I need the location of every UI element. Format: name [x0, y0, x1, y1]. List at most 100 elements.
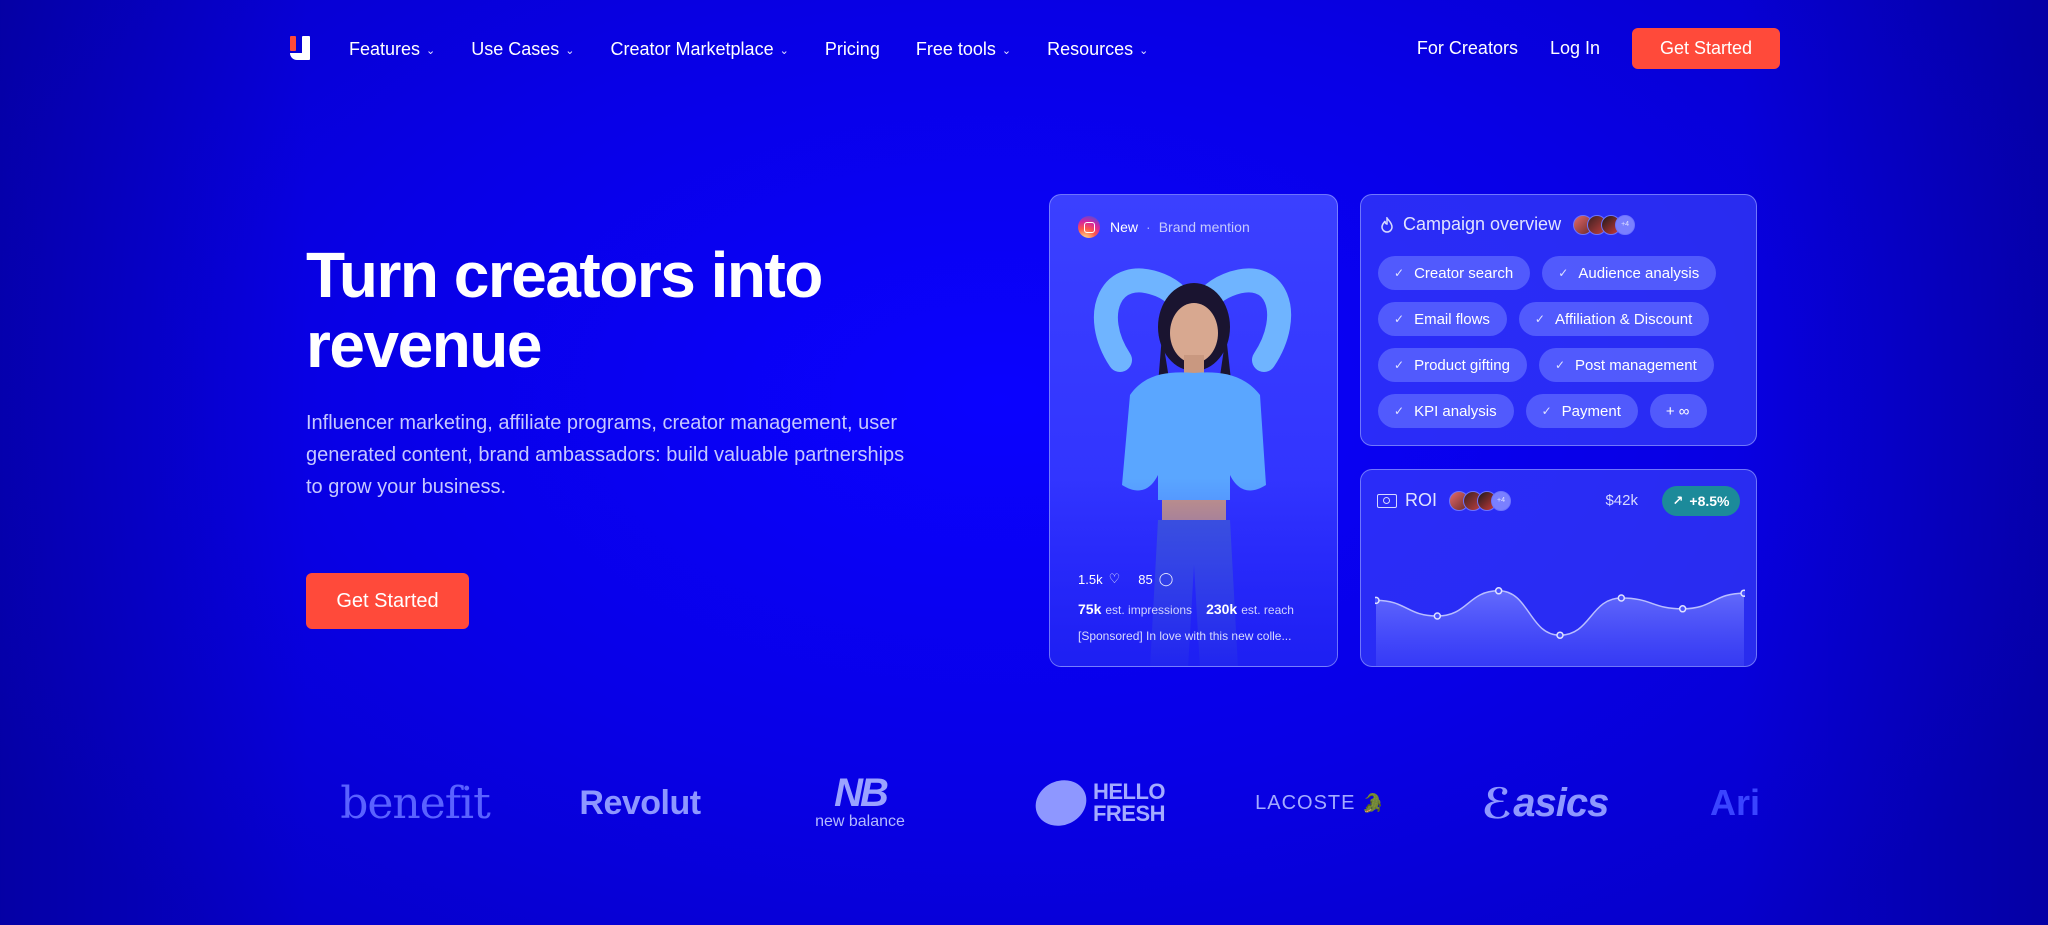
revolut-logo: Revolut [579, 783, 701, 822]
comments-count: 85 [1138, 571, 1153, 587]
benefit-logo: benefit [340, 777, 491, 829]
menu-label: Resources [1047, 38, 1134, 59]
roi-change-badge: ↗ +8.5% [1662, 486, 1740, 516]
top-navigation: Features ⌄ Use Cases ⌄ Creator Marketpla… [0, 0, 2048, 98]
new-balance-mark: NB [834, 771, 889, 815]
chip-kpi-analysis[interactable]: ✓ KPI analysis [1378, 394, 1514, 428]
heart-icon: ♡ [1108, 571, 1121, 586]
chip-product-gifting[interactable]: ✓ Product gifting [1378, 348, 1527, 382]
instagram-icon [1078, 216, 1100, 238]
chevron-down-icon: ⌄ [565, 44, 575, 57]
cash-icon [1377, 493, 1397, 508]
hellofresh-line2: FRESH [1092, 801, 1166, 826]
reach-value: 230k [1206, 601, 1238, 617]
hellofresh-logo: HELLO FRESH [1025, 770, 1175, 836]
chip-label: Audience analysis [1578, 264, 1700, 282]
impressions-label: est. impressions [1105, 603, 1193, 617]
menu-label: Free tools [915, 38, 996, 59]
check-icon: ✓ [1534, 312, 1545, 326]
roi-point [1494, 587, 1503, 595]
campaign-overview-title: Campaign overview [1403, 214, 1562, 234]
menu-item-features[interactable]: Features ⌄ [349, 36, 435, 62]
asics-text: asics [1513, 780, 1609, 825]
hero-title: Turn creators into revenue [306, 239, 823, 381]
hero-subtitle: Influencer marketing, affiliate programs… [306, 412, 905, 498]
chip-label: Post management [1575, 356, 1697, 374]
avatar-more-count: +4 [1491, 490, 1512, 511]
chip-payment[interactable]: ✓ Payment [1525, 394, 1638, 428]
hero-get-started-button[interactable]: Get Started [306, 573, 469, 629]
roi-area [1376, 590, 1744, 666]
asics-swirl-icon: ℰ [1481, 779, 1513, 827]
roi-point [1740, 589, 1745, 597]
reach-label: est. reach [1241, 603, 1294, 617]
likes-count: 1.5k [1078, 571, 1103, 587]
customer-logos: benefit Revolut NB new balance HELLO FRE… [290, 770, 1770, 836]
roi-line-chart [1375, 587, 1745, 666]
roi-point [1556, 631, 1564, 639]
check-icon: ✓ [1554, 358, 1566, 372]
chip-label: Payment [1561, 402, 1621, 420]
menu-label: Features [349, 38, 421, 59]
menu-item-pricing[interactable]: Pricing [825, 36, 880, 62]
chip-more[interactable]: + ∞ [1649, 394, 1707, 428]
comment-icon: ◯ [1158, 571, 1174, 586]
main-menu: Features ⌄ Use Cases ⌄ Creator Marketpla… [349, 36, 1184, 62]
roi-change-value: +8.5% [1689, 493, 1730, 509]
trend-up-icon: ↗ [1672, 493, 1684, 508]
post-header: New · Brand mention [1078, 216, 1250, 238]
lime-icon [1028, 772, 1094, 834]
check-icon: ✓ [1541, 404, 1552, 418]
nav-actions: For Creators Log In Get Started [1417, 28, 1780, 69]
chip-audience-analysis[interactable]: ✓ Audience analysis [1542, 256, 1717, 290]
roi-title: ROI [1405, 490, 1438, 510]
campaign-overview-card: Campaign overview +4 ✓ Creator search ✓ Au… [1360, 194, 1757, 446]
post-type-label: Brand mention [1158, 219, 1250, 235]
chip-post-management[interactable]: ✓ Post management [1538, 348, 1714, 382]
chip-label: Affiliation & Discount [1554, 310, 1693, 328]
chevron-down-icon: ⌄ [1139, 44, 1149, 57]
post-metrics: 75k est. impressions 230k est. reach [1078, 601, 1308, 617]
chip-affiliation-discount[interactable]: ✓ Affiliation & Discount [1518, 302, 1710, 336]
chip-label: KPI analysis [1414, 402, 1497, 420]
check-icon: ✓ [1394, 404, 1405, 418]
roi-value: $42k [1605, 492, 1638, 509]
check-icon: ✓ [1558, 266, 1569, 280]
chip-label: Creator search [1414, 264, 1514, 282]
lacoste-logo: LACOSTE 🐊 [1245, 770, 1395, 836]
new-balance-text: new balance [815, 813, 905, 830]
menu-label: Creator Marketplace [610, 38, 774, 59]
brand-mention-post-card: New · Brand mention 1.5k ♡ 85 ◯ 75k est.… [1049, 194, 1338, 667]
login-link[interactable]: Log In [1550, 38, 1600, 59]
check-icon: ✓ [1394, 266, 1405, 280]
menu-item-use-cases[interactable]: Use Cases ⌄ [471, 36, 574, 62]
avatar-group: +4 [1573, 214, 1636, 235]
menu-label: Pricing [824, 38, 880, 59]
brand-logo[interactable] [290, 36, 314, 62]
lacoste-text: LACOSTE [1255, 791, 1356, 814]
roi-point [1433, 612, 1442, 620]
separator: · [1146, 219, 1151, 235]
impressions-value: 75k [1078, 601, 1102, 617]
avatar-more-count: +4 [1615, 214, 1636, 235]
post-new-tag: New [1110, 219, 1139, 235]
hellofresh-text: HELLO FRESH [1092, 781, 1166, 826]
chip-label: Email flows [1414, 310, 1490, 328]
menu-item-creator-marketplace[interactable]: Creator Marketplace ⌄ [611, 36, 789, 62]
for-creators-link[interactable]: For Creators [1417, 38, 1518, 59]
chip-email-flows[interactable]: ✓ Email flows [1378, 302, 1507, 336]
check-icon: ✓ [1394, 358, 1405, 372]
new-balance-logo: NB new balance [790, 770, 930, 836]
chip-creator-search[interactable]: ✓ Creator search [1378, 256, 1531, 290]
nav-get-started-button[interactable]: Get Started [1632, 28, 1780, 69]
crocodile-icon: 🐊 [1361, 792, 1385, 813]
partial-logo: Ari [1710, 782, 1761, 823]
menu-item-resources[interactable]: Resources ⌄ [1047, 36, 1148, 62]
menu-item-free-tools[interactable]: Free tools ⌄ [916, 36, 1011, 62]
roi-point [1678, 605, 1687, 613]
roi-card: ROI +4 $42k ↗ +8.5% [1360, 469, 1757, 667]
chevron-down-icon: ⌄ [779, 44, 789, 57]
roi-point [1617, 594, 1626, 602]
post-engagement: 1.5k ♡ 85 ◯ [1078, 571, 1191, 587]
asics-logo: ℰ asics [1470, 770, 1620, 836]
